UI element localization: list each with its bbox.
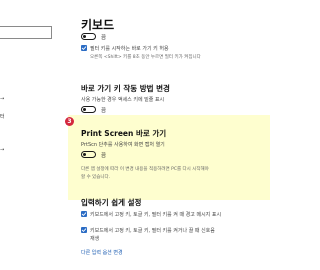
print-screen-toggle[interactable] — [81, 151, 96, 158]
section-heading: 바로 가기 키 작동 방법 변경 — [81, 84, 170, 93]
page-title: 키보드 — [81, 18, 115, 32]
print-screen-description: PrtScn 단추를 사용하여 화면 캡처 열기 — [81, 142, 165, 148]
section-heading: 입력하기 쉽게 설정 — [81, 198, 142, 207]
filter-shortcut-description: 오른쪽 <Shift> 키를 8초 동안 누르면 필터 키가 켜집니다 — [90, 55, 201, 60]
keyboard-settings-panel: 키보드 끔 필터 키를 시작하는 바로 가기 키 허용 오른쪽 <Shift> … — [60, 0, 270, 270]
filter-shortcut-checkbox[interactable] — [81, 45, 87, 51]
sound-label: 키보드에서 고정 키, 토글 키, 필터 키를 켜거나 끌 때 신호음 — [90, 228, 215, 234]
checkmark-icon — [81, 212, 87, 217]
sidebar: → 터 → — [0, 0, 60, 270]
print-screen-heading: Print Screen 바로 가기 — [81, 129, 167, 138]
restart-note: 다른 앱 설정에 따라 이 변경 내용을 적용하려면 PC를 다시 시작해야 — [81, 167, 209, 172]
filter-keys-toggle[interactable] — [81, 33, 96, 40]
toggle-knob — [83, 153, 86, 156]
sidebar-item-fragment[interactable]: 터 — [0, 113, 5, 120]
toggle-knob — [83, 108, 86, 111]
checkmark-icon — [81, 228, 87, 233]
underline-keys-toggle[interactable] — [81, 106, 96, 113]
filter-shortcut-label: 필터 키를 시작하는 바로 가기 키 허용 — [90, 46, 169, 52]
sound-label: 재생 — [90, 236, 100, 242]
other-typing-options-link[interactable]: 다른 입력 옵션 변경 — [81, 249, 123, 256]
checkmark-icon — [81, 46, 87, 51]
toggle-state-label: 끔 — [101, 108, 107, 114]
sidebar-search-input[interactable] — [0, 26, 52, 39]
sidebar-item-fragment[interactable]: → — [0, 96, 4, 102]
restart-note: 할 수 있습니다. — [81, 175, 111, 180]
warning-message-checkbox[interactable] — [81, 211, 87, 217]
underline-keys-description: 사용 가능한 경우 액세스 키에 밑줄 표시 — [81, 97, 165, 103]
toggle-state-label: 끔 — [101, 35, 107, 41]
warning-message-label: 키보드에서 고정 키, 토글 키, 필터 키를 켜 때 경고 메시지 표시 — [90, 212, 222, 218]
toggle-state-label: 끔 — [101, 153, 107, 159]
sidebar-item-fragment[interactable]: → — [0, 147, 4, 153]
sound-checkbox[interactable] — [81, 227, 87, 233]
toggle-knob — [83, 35, 86, 38]
